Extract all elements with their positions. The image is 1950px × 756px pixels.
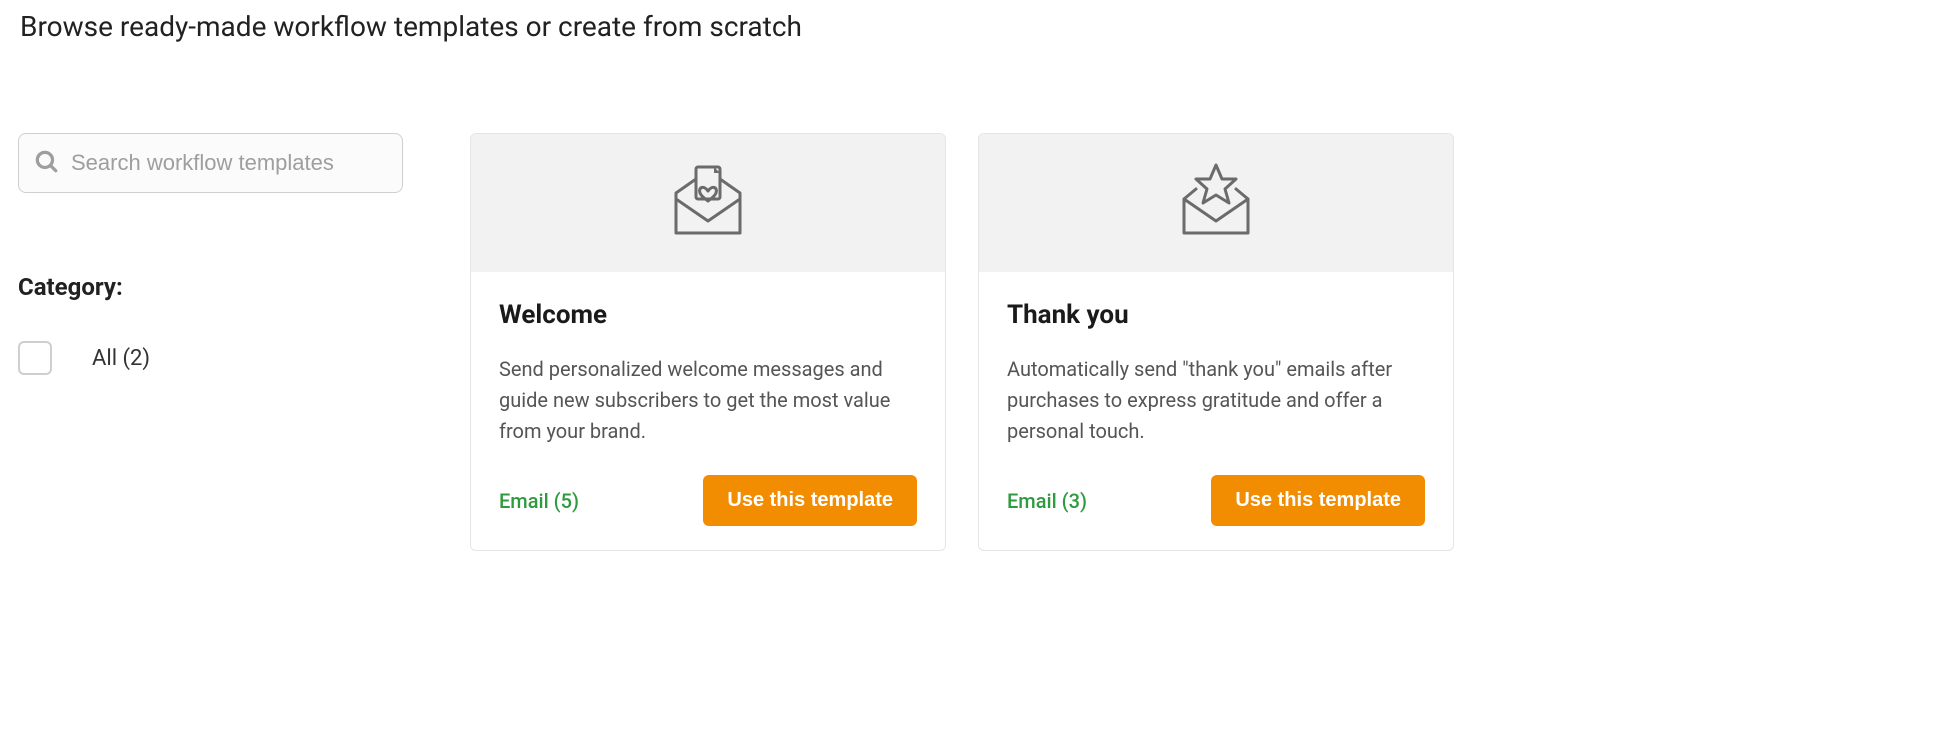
search-box[interactable] <box>18 133 403 193</box>
card-description: Send personalized welcome messages and g… <box>499 354 917 447</box>
page-title: Browse ready-made workflow templates or … <box>0 0 1950 43</box>
template-cards: Welcome Send personalized welcome messag… <box>470 133 1454 551</box>
envelope-heart-icon <box>668 161 748 245</box>
template-card-thankyou: Thank you Automatically send "thank you"… <box>978 133 1454 551</box>
card-description: Automatically send "thank you" emails af… <box>1007 354 1425 447</box>
search-icon <box>33 148 59 178</box>
envelope-star-icon <box>1176 161 1256 245</box>
category-item-all[interactable]: All (2) <box>18 341 470 375</box>
card-icon-area <box>471 134 945 272</box>
use-template-button[interactable]: Use this template <box>1211 475 1425 526</box>
card-title: Thank you <box>1007 300 1425 330</box>
email-count: Email (5) <box>499 489 579 513</box>
card-title: Welcome <box>499 300 917 330</box>
card-icon-area <box>979 134 1453 272</box>
use-template-button[interactable]: Use this template <box>703 475 917 526</box>
email-count: Email (3) <box>1007 489 1087 513</box>
template-card-welcome: Welcome Send personalized welcome messag… <box>470 133 946 551</box>
sidebar: Category: All (2) <box>0 133 470 551</box>
checkbox-all[interactable] <box>18 341 52 375</box>
search-input[interactable] <box>71 150 388 176</box>
category-label: All (2) <box>92 346 150 371</box>
category-heading: Category: <box>18 273 470 301</box>
